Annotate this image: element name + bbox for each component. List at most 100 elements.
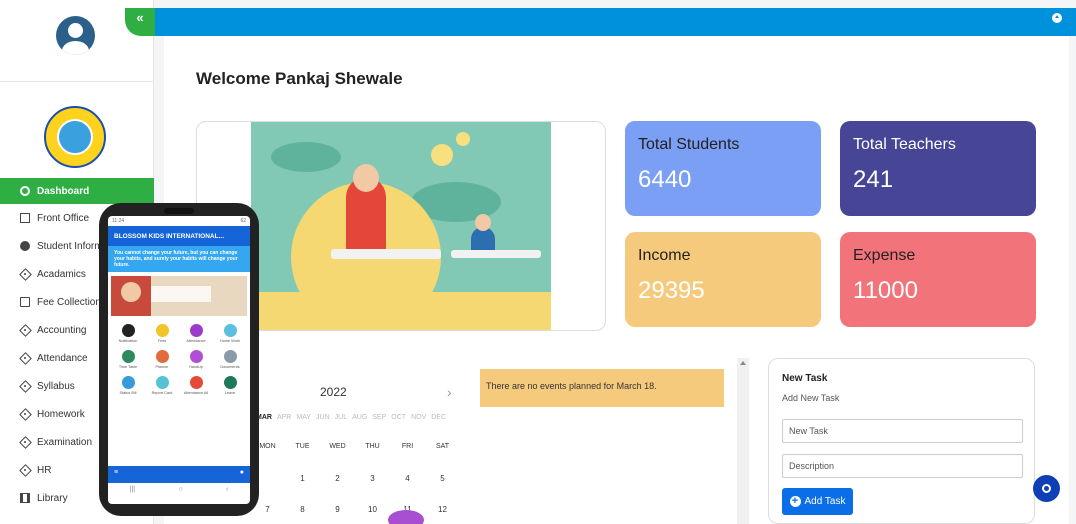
- weekday-label: SAT: [435, 442, 450, 450]
- documents-icon: [223, 350, 237, 363]
- calendar-grid: MON TUE WED THU FRI SAT 1 2 3 4 5 7 8 9 …: [250, 432, 460, 524]
- profile-icon[interactable]: ●: [240, 469, 244, 480]
- new-task-input[interactable]: [782, 419, 1023, 443]
- total-teachers-card[interactable]: Total Teachers 241: [840, 121, 1036, 216]
- phone-tile[interactable]: Leave: [213, 376, 247, 395]
- sidebar-collapse-button[interactable]: «: [125, 8, 155, 36]
- page-title: Welcome Pankaj Shewale: [196, 69, 403, 88]
- phone-screen: 11:24 62 BLOSSOM KIDS INTERNATIONAL... Y…: [108, 216, 250, 504]
- phone-tile[interactable]: HandUp: [179, 350, 213, 369]
- calendar-day[interactable]: 2: [320, 474, 355, 483]
- calendar-today-marker[interactable]: [388, 510, 424, 524]
- calendar-day[interactable]: 4: [390, 474, 425, 483]
- phone-tile[interactable]: Documents: [213, 350, 247, 369]
- diamond-icon: [20, 409, 30, 419]
- stat-value: 6440: [638, 166, 692, 193]
- calendar-year[interactable]: 2022: [320, 385, 347, 399]
- sidebar-item-label: Attendance: [37, 352, 88, 364]
- new-task-card: New Task Add New Task + Add Task: [768, 358, 1035, 524]
- diamond-icon: [20, 325, 30, 335]
- phone-banner-photo: [111, 276, 247, 316]
- sidebar-item-label: Accounting: [37, 324, 87, 336]
- calendar-day[interactable]: 5: [425, 474, 460, 483]
- phone-tile[interactable]: Home Work: [213, 324, 247, 343]
- month-tab[interactable]: JUL: [335, 414, 347, 421]
- sidebar-item-label: Homework: [37, 408, 85, 420]
- phone-tile[interactable]: Report Card: [145, 376, 179, 395]
- month-tab[interactable]: NOV: [411, 414, 426, 421]
- diamond-icon: [20, 465, 30, 475]
- dashboard-icon: [20, 186, 30, 196]
- plus-circle-icon: +: [789, 496, 801, 507]
- home-button-icon[interactable]: ○: [178, 486, 182, 500]
- back-icon[interactable]: ‹: [226, 486, 228, 500]
- calendar-day[interactable]: 9: [320, 505, 355, 514]
- month-tab[interactable]: AUG: [352, 414, 367, 421]
- tile-label: Planner: [155, 365, 169, 369]
- add-task-button[interactable]: + Add Task: [782, 488, 853, 515]
- stat-label: Total Teachers: [853, 136, 956, 153]
- planner-icon: [155, 350, 169, 363]
- tile-label: Status Bill: [119, 391, 137, 395]
- phone-battery: 62: [240, 218, 246, 224]
- calendar-day[interactable]: 7: [250, 505, 285, 514]
- phone-tile[interactable]: Status Bill: [111, 376, 145, 395]
- tile-label: HandUp: [189, 365, 203, 369]
- month-tab[interactable]: DEC: [431, 414, 446, 421]
- settings-gear-icon[interactable]: [1033, 475, 1060, 502]
- phone-app-title: BLOSSOM KIDS INTERNATIONAL...: [108, 226, 250, 246]
- events-scrollbar[interactable]: [737, 358, 749, 524]
- total-students-card[interactable]: Total Students 6440: [625, 121, 821, 216]
- expense-card[interactable]: Expense 11000: [840, 232, 1036, 327]
- status-bill-icon: [121, 376, 135, 389]
- phone-tile[interactable]: Time Table: [111, 350, 145, 369]
- income-card[interactable]: Income 29395: [625, 232, 821, 327]
- recent-apps-icon[interactable]: |||: [130, 486, 135, 500]
- calendar-day[interactable]: 8: [285, 505, 320, 514]
- classroom-illustration: [251, 122, 551, 330]
- school-logo: [44, 106, 106, 168]
- calendar-day[interactable]: 3: [355, 474, 390, 483]
- sidebar-item-label: HR: [37, 464, 52, 476]
- avatar[interactable]: [56, 16, 95, 55]
- calendar-day[interactable]: 1: [285, 474, 320, 483]
- task-card-subtitle: Add New Task: [782, 393, 840, 403]
- month-tab[interactable]: SEP: [372, 414, 386, 421]
- stat-label: Income: [638, 247, 691, 264]
- tile-label: Notification: [118, 339, 138, 343]
- diamond-icon: [20, 353, 30, 363]
- phone-tile[interactable]: Attendance: [179, 324, 213, 343]
- sidebar-item-label: Fee Collection: [37, 296, 101, 308]
- phone-bottom-bar: ≡ ●: [108, 466, 250, 483]
- month-tab[interactable]: JUN: [316, 414, 330, 421]
- home-icon[interactable]: [1052, 13, 1062, 23]
- bell-icon: [121, 324, 135, 337]
- phone-tile[interactable]: Fees: [145, 324, 179, 343]
- month-tab[interactable]: MAY: [296, 414, 311, 421]
- phone-tile[interactable]: Attendance All: [179, 376, 213, 395]
- tile-label: Attendance: [186, 339, 206, 343]
- events-notice: There are no events planned for March 18…: [480, 369, 724, 407]
- calendar-next-button[interactable]: ›: [447, 384, 452, 400]
- month-tab[interactable]: APR: [277, 414, 291, 421]
- calendar-week: 1 2 3 4 5: [250, 463, 460, 494]
- diamond-icon: [20, 381, 30, 391]
- calendar-day[interactable]: 10: [355, 505, 390, 514]
- report-card-icon: [155, 376, 169, 389]
- month-tab[interactable]: OCT: [391, 414, 406, 421]
- stat-label: Total Students: [638, 136, 740, 153]
- tile-label: Documents: [220, 365, 240, 369]
- calendar-day[interactable]: 12: [425, 505, 460, 514]
- sidebar-item-label: Examination: [37, 436, 93, 448]
- description-input[interactable]: [782, 454, 1023, 478]
- calendar: 2022 › MAR APR MAY JUN JUL AUG SEP OCT N…: [250, 358, 472, 524]
- phone-menu-grid: Notification Fees Attendance Home Work T…: [111, 324, 247, 395]
- phone-tile[interactable]: Planner: [145, 350, 179, 369]
- tile-label: Time Table: [118, 365, 138, 369]
- leave-icon: [223, 376, 237, 389]
- menu-icon[interactable]: ≡: [114, 469, 118, 480]
- add-task-label: Add Task: [804, 496, 846, 507]
- sidebar-item-dashboard[interactable]: Dashboard: [0, 178, 154, 204]
- calendar-week: 7 8 9 10 11 12: [250, 494, 460, 524]
- phone-tile[interactable]: Notification: [111, 324, 145, 343]
